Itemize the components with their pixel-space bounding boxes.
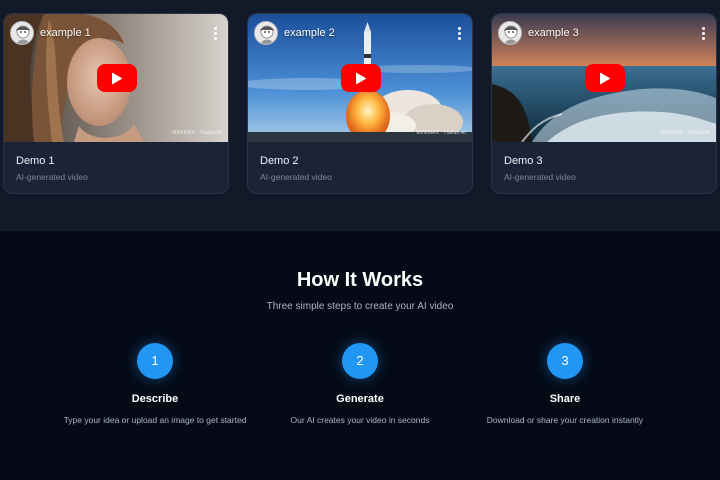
step-share: 3 Share Download or share your creation …: [465, 343, 665, 427]
demo-gallery-section: example 1 MINIMAX · Hailuo AI Demo 1 AI-…: [0, 0, 720, 231]
video-thumbnail[interactable]: example 3 MINIMAX · Hailuo AI: [492, 14, 716, 142]
demo-subtitle: AI-generated video: [260, 172, 332, 182]
thumbnail-title[interactable]: example 1: [40, 27, 210, 39]
demo-card-3[interactable]: example 3 MINIMAX · Hailuo AI Demo 3 AI-…: [491, 13, 717, 194]
play-button[interactable]: [97, 64, 137, 92]
step-number-badge: 3: [547, 343, 583, 379]
watermark: MINIMAX · Hailuo AI: [416, 130, 466, 136]
demo-card-2[interactable]: example 2 MINIMAX · Hailuo AI Demo 2 AI-…: [247, 13, 473, 194]
demo-name: Demo 1: [16, 155, 55, 167]
step-description: Our AI creates your video in seconds: [290, 415, 430, 425]
how-it-works-section: How It Works Three simple steps to creat…: [0, 231, 720, 480]
play-icon: [356, 72, 367, 84]
thumbnail-header: example 2: [254, 21, 464, 45]
avatar-icon[interactable]: [498, 21, 522, 45]
demo-name: Demo 3: [504, 155, 543, 167]
demo-name: Demo 2: [260, 155, 299, 167]
thumbnail-title[interactable]: example 3: [528, 27, 698, 39]
watermark: MINIMAX · Hailuo AI: [660, 130, 710, 136]
step-number-badge: 1: [137, 343, 173, 379]
thumbnail-header: example 1: [10, 21, 220, 45]
thumbnail-title[interactable]: example 2: [284, 27, 454, 39]
step-title: Share: [549, 393, 581, 405]
avatar-icon[interactable]: [10, 21, 34, 45]
step-title: Generate: [336, 393, 384, 405]
step-number-badge: 2: [342, 343, 378, 379]
play-icon: [112, 72, 123, 84]
step-description: Type your idea or upload an image to get…: [63, 415, 247, 425]
step-description: Download or share your creation instantl…: [486, 415, 644, 425]
step-title: Describe: [131, 393, 179, 405]
demo-subtitle: AI-generated video: [16, 172, 88, 182]
kebab-menu-icon[interactable]: [454, 25, 464, 41]
kebab-menu-icon[interactable]: [210, 25, 220, 41]
play-icon: [600, 72, 611, 84]
step-generate: 2 Generate Our AI creates your video in …: [260, 343, 460, 427]
section-title: How It Works: [296, 269, 424, 291]
thumbnail-header: example 3: [498, 21, 708, 45]
play-button[interactable]: [585, 64, 625, 92]
video-thumbnail[interactable]: example 1 MINIMAX · Hailuo AI: [4, 14, 228, 142]
demo-card-1[interactable]: example 1 MINIMAX · Hailuo AI Demo 1 AI-…: [3, 13, 229, 194]
play-button[interactable]: [341, 64, 381, 92]
avatar-icon[interactable]: [254, 21, 278, 45]
watermark: MINIMAX · Hailuo AI: [172, 130, 222, 136]
step-describe: 1 Describe Type your idea or upload an i…: [55, 343, 255, 427]
demo-subtitle: AI-generated video: [504, 172, 576, 182]
video-thumbnail[interactable]: example 2 MINIMAX · Hailuo AI: [248, 14, 472, 142]
section-subtitle: Three simple steps to create your AI vid…: [266, 301, 454, 312]
kebab-menu-icon[interactable]: [698, 25, 708, 41]
